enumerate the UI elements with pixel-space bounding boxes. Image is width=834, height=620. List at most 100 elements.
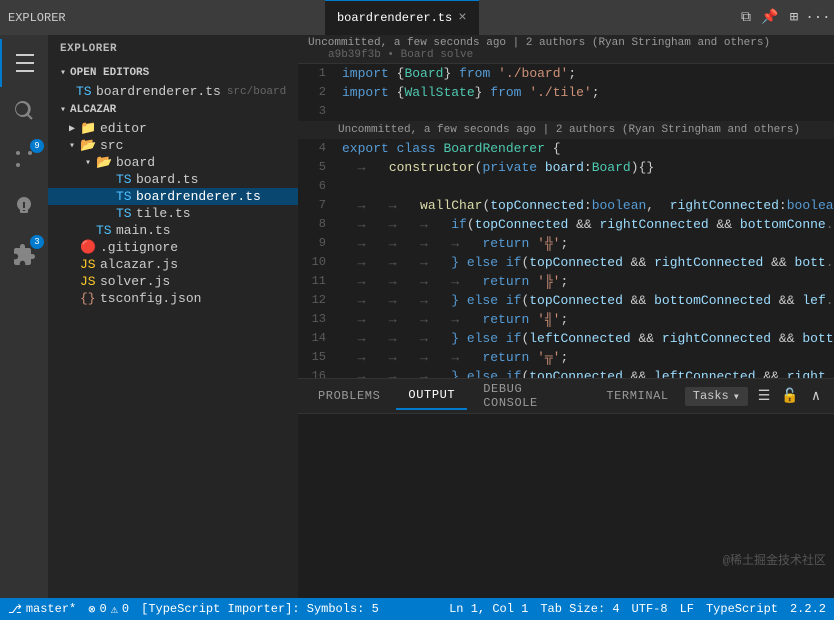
folder-icon-src: 📂 [80,138,96,153]
status-bar: ⎇ master* ⊗ 0 ⚠ 0 [TypeScript Importer]:… [0,598,834,620]
editor-area: Uncommitted, a few seconds ago | 2 autho… [298,35,834,378]
code-line-14: 14 → → → } else if(leftConnected && righ… [298,329,834,348]
ts-icon-main: TS [96,223,112,238]
status-branch[interactable]: ⎇ master* [8,602,76,617]
code-line-9: 9 → → → → return '╬'; [298,234,834,253]
code-line-15: 15 → → → → return '╦'; [298,348,834,367]
code-line-5: 5 → constructor(private board:Board){} [298,158,834,177]
code-line-4: 4 export class BoardRenderer { [298,139,834,158]
code-line-6: 6 [298,177,834,196]
tree-board-label: board [116,155,155,170]
tree-src[interactable]: ▾ 📂 src [48,137,298,154]
tree-board-ts[interactable]: TS board.ts [48,171,298,188]
status-encoding[interactable]: UTF-8 [632,602,668,616]
tree-solver-js[interactable]: JS solver.js [48,273,298,290]
tree-editor[interactable]: ▶ 📁 editor [48,120,298,137]
tree-main-ts[interactable]: TS main.ts [48,222,298,239]
main-ts-label: main.ts [116,223,171,238]
ts-icon-tile: TS [116,206,132,221]
tree-board[interactable]: ▾ 📂 board [48,154,298,171]
tab-filename: boardrenderer.ts [337,11,452,25]
open-editors-label: OPEN EDITORS [70,67,149,79]
git-bar-2-text: Uncommitted, a few seconds ago | 2 autho… [338,124,800,136]
open-editor-path: src/board [227,86,286,98]
status-version[interactable]: 2.2.2 [790,602,826,616]
activity-extensions[interactable]: 3 [0,231,48,279]
activity-bar: 9 3 [0,35,48,598]
git-icon: 🔴 [80,240,96,255]
tasks-dropdown[interactable]: Tasks ▾ [685,387,748,406]
tree-src-label: src [100,138,123,153]
tree-gitignore[interactable]: 🔴 .gitignore [48,239,298,256]
tree-alcazar-js[interactable]: JS alcazar.js [48,256,298,273]
alcazar-section[interactable]: ▾ ALCAZAR [48,100,298,120]
layout-icon[interactable]: ⊞ [786,10,802,26]
ts-icon: TS [76,84,92,99]
status-line-ending[interactable]: LF [680,602,694,616]
ts-icon-boardrenderer: TS [116,189,132,204]
open-editor-name: boardrenderer.ts [96,84,221,99]
pin-icon[interactable]: 📌 [762,10,778,26]
tasks-label: Tasks [693,389,729,403]
panel-lock-icon[interactable]: 🔓 [780,386,800,406]
git-bar-2: Uncommitted, a few seconds ago | 2 autho… [298,121,834,139]
tab-size-text: Tab Size: 4 [540,602,619,616]
explorer-title: EXPLORER [8,11,66,25]
tasks-arrow-icon: ▾ [733,389,740,404]
git-bar-1-text: Uncommitted, a few seconds ago | 2 autho… [308,37,770,49]
code-line-1: 1 import {Board} from './board'; [298,64,834,83]
tab-boardrenderer[interactable]: boardrenderer.ts × [325,0,479,35]
sidebar-explorer-title: EXPLORER [48,35,298,63]
tile-ts-label: tile.ts [136,206,191,221]
panel-tabs: PROBLEMS OUTPUT DEBUG CONSOLE TERMINAL T… [298,379,834,414]
open-editor-boardrenderer[interactable]: TS boardrenderer.ts src/board [48,83,298,100]
tree-editor-label: editor [100,121,147,136]
version-text: 2.2.2 [790,602,826,616]
warning-icon: ⚠ [111,602,118,617]
git-hash: a9b39f3b • Board solve [328,49,473,61]
gitignore-label: .gitignore [100,240,178,255]
editor-wrapper: Uncommitted, a few seconds ago | 2 autho… [298,35,834,598]
open-editors-arrow: ▾ [60,67,66,79]
code-line-10: 10 → → → } else if(topConnected && right… [298,253,834,272]
language-text: TypeScript [706,602,778,616]
tab-close-icon[interactable]: × [458,11,466,25]
open-editors-section[interactable]: ▾ OPEN EDITORS [48,63,298,83]
status-errors[interactable]: ⊗ 0 ⚠ 0 [88,602,129,617]
status-position[interactable]: Ln 1, Col 1 [449,602,528,616]
git-badge: 9 [30,139,44,153]
activity-search[interactable] [0,87,48,135]
tab-problems[interactable]: PROBLEMS [306,383,392,409]
tab-terminal[interactable]: TERMINAL [594,383,680,409]
ts-icon-board: TS [116,172,132,187]
message-text: [TypeScript Importer]: Symbols: 5 [141,602,379,616]
more-icon[interactable]: ··· [810,10,826,26]
status-tab-size[interactable]: Tab Size: 4 [540,602,619,616]
folder-arrow-src: ▾ [64,140,80,152]
code-line-8: 8 → → → if(topConnected && rightConnecte… [298,215,834,234]
code-block[interactable]: 1 import {Board} from './board'; 2 impor… [298,64,834,378]
tree-tile-ts[interactable]: TS tile.ts [48,205,298,222]
panel-list-icon[interactable]: ☰ [754,386,774,406]
tab-debug-console[interactable]: DEBUG CONSOLE [471,376,590,416]
status-language[interactable]: TypeScript [706,602,778,616]
solver-js-label: solver.js [100,274,170,289]
activity-debug[interactable] [0,183,48,231]
code-line-13: 13 → → → → return '╣'; [298,310,834,329]
code-line-7: 7 → → wallChar(topConnected:boolean, rig… [298,196,834,215]
split-editor-icon[interactable]: ⧉ [738,10,754,26]
branch-name: master* [26,602,76,616]
code-line-3: 3 [298,102,834,121]
git-bar-1: Uncommitted, a few seconds ago | 2 autho… [298,35,834,64]
tree-boardrenderer-ts[interactable]: TS boardrenderer.ts [48,188,298,205]
code-line-12: 12 → → → } else if(topConnected && botto… [298,291,834,310]
panel: PROBLEMS OUTPUT DEBUG CONSOLE TERMINAL T… [298,378,834,598]
panel-collapse-icon[interactable]: ∧ [806,386,826,406]
tab-output[interactable]: OUTPUT [396,382,467,410]
warning-count: 0 [122,602,129,616]
folder-arrow-editor: ▶ [64,123,80,135]
tree-tsconfig[interactable]: {} tsconfig.json [48,290,298,307]
activity-explorer[interactable] [0,39,48,87]
activity-git[interactable]: 9 [0,135,48,183]
folder-arrow-board: ▾ [80,157,96,169]
